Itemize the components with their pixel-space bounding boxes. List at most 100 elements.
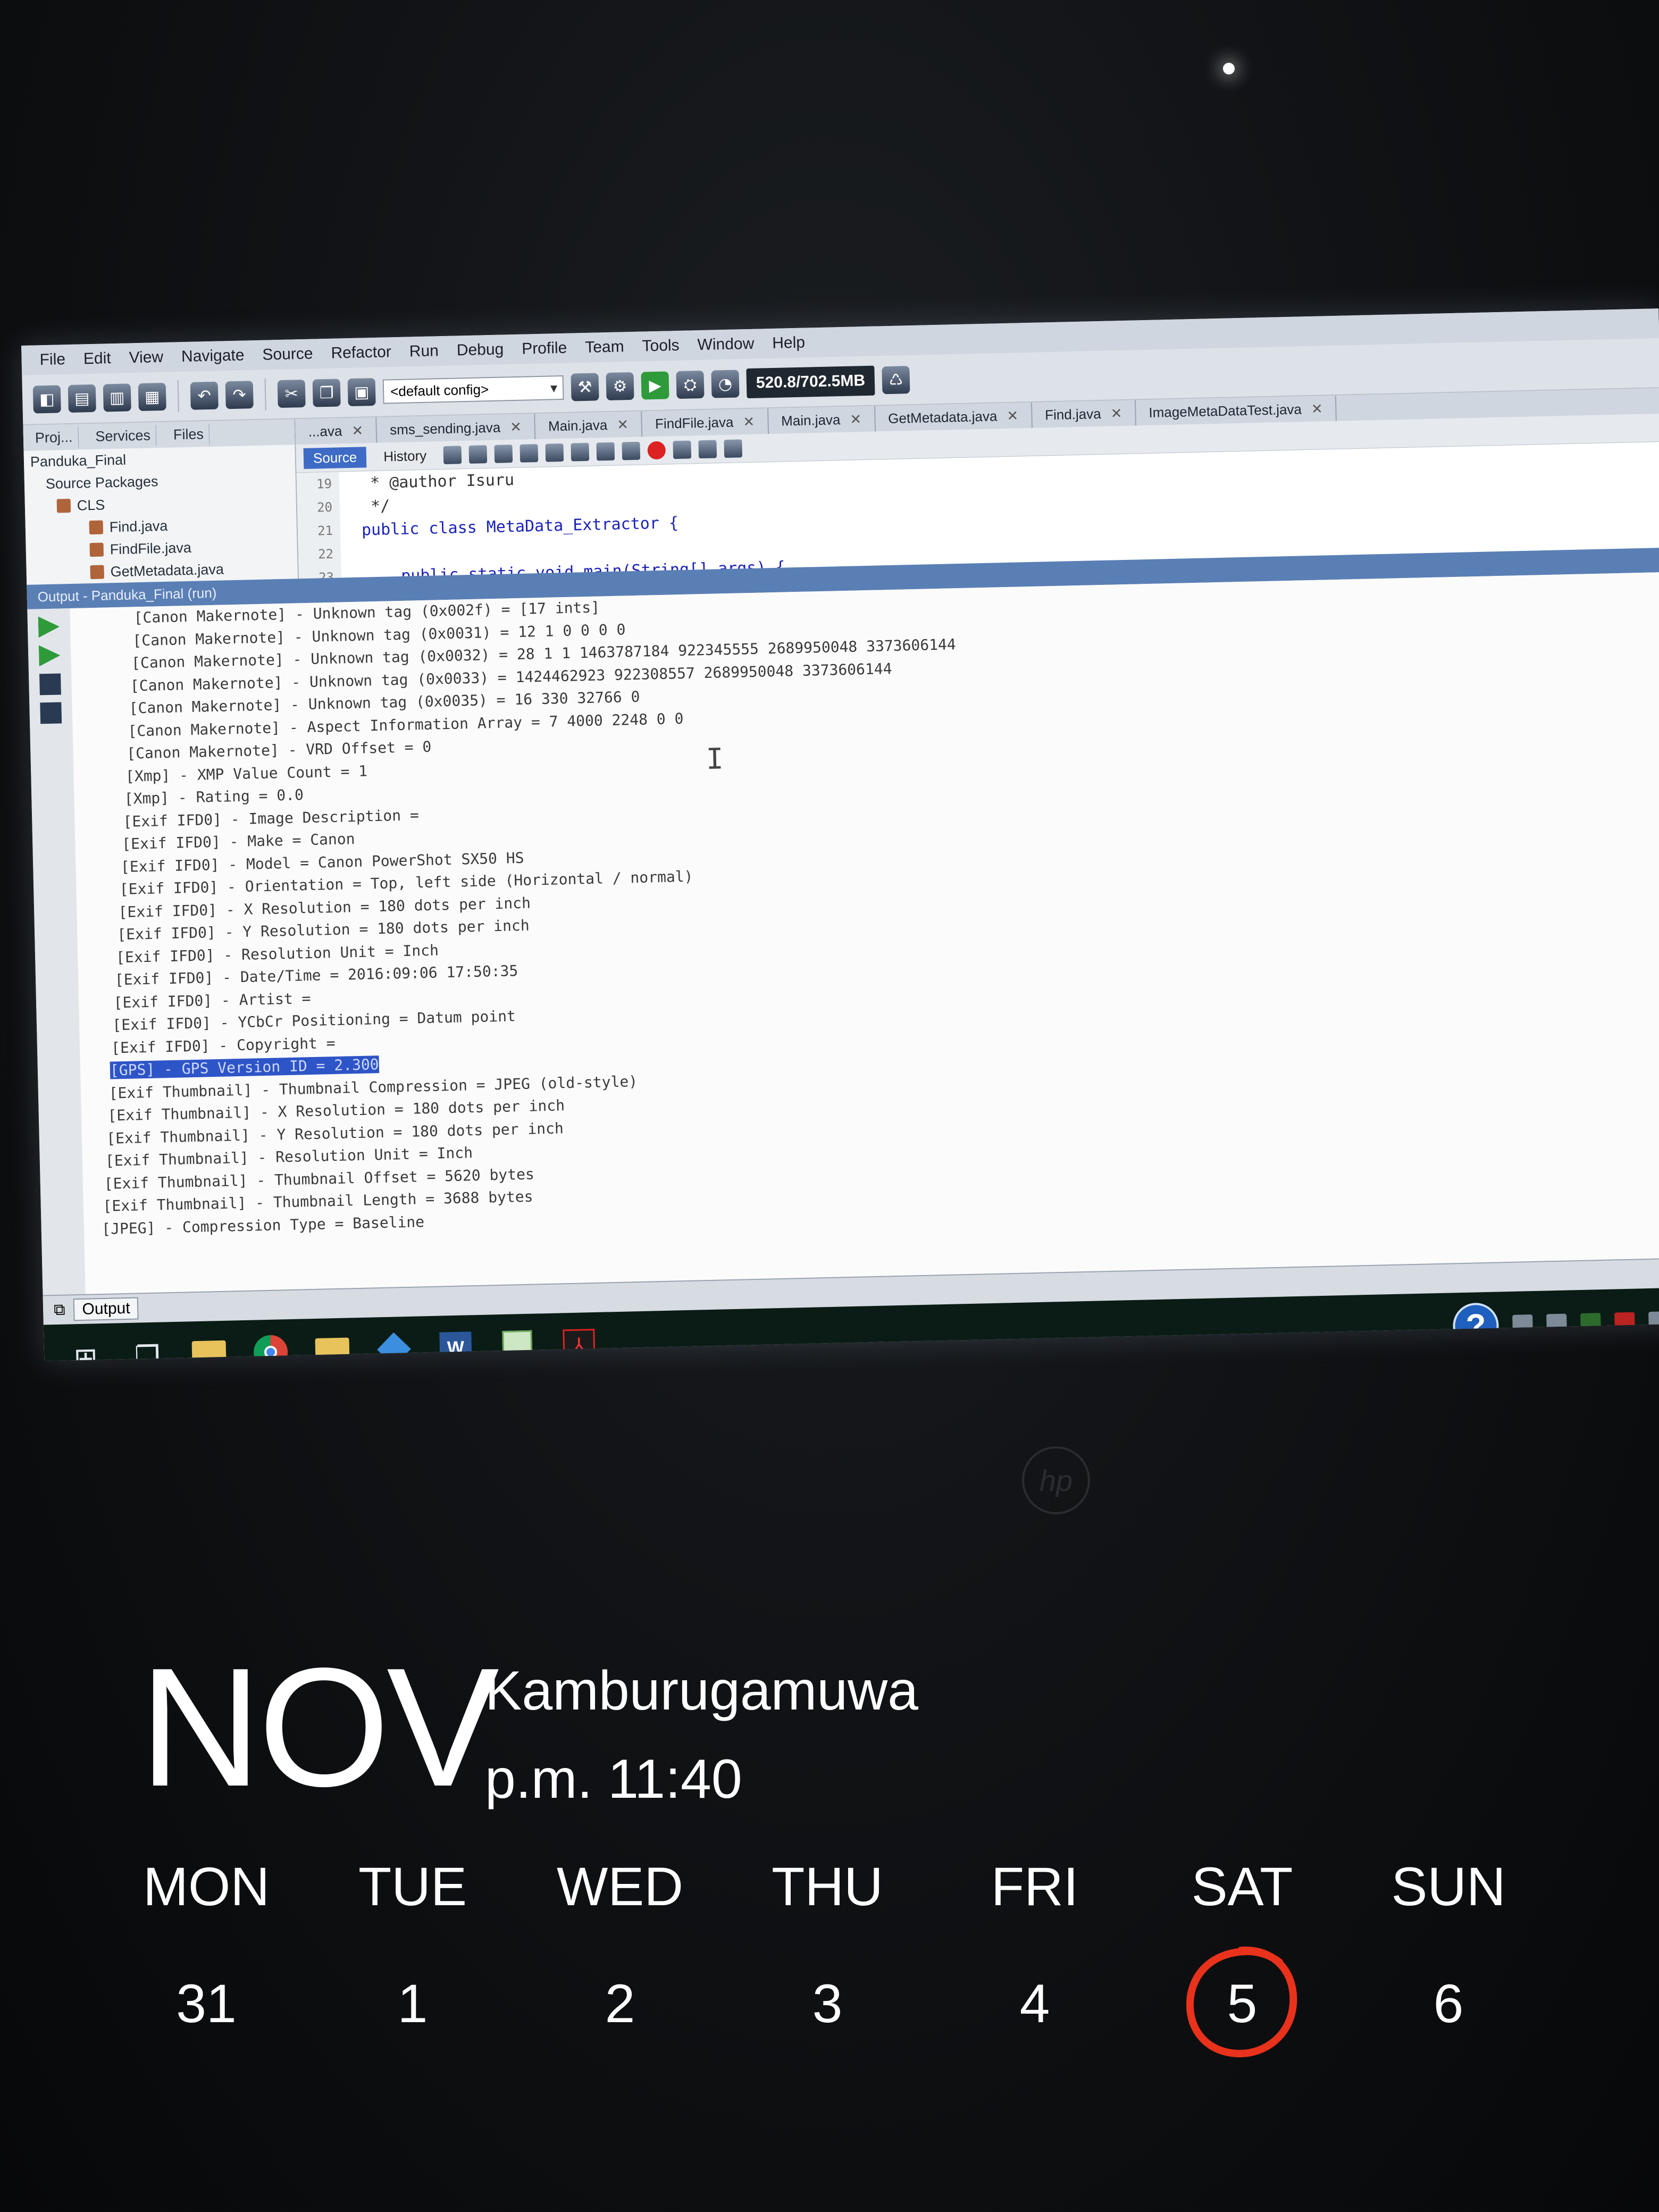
- folder-app-icon[interactable]: [188, 1333, 230, 1361]
- gc-icon[interactable]: ♺: [882, 366, 910, 395]
- java-file-icon: [89, 542, 104, 557]
- close-icon[interactable]: ✕: [1110, 405, 1122, 422]
- toggle-highlight-icon[interactable]: [571, 442, 590, 462]
- close-icon[interactable]: ✕: [850, 411, 861, 428]
- redo-icon[interactable]: ↷: [225, 381, 254, 409]
- shield-icon[interactable]: [1648, 1311, 1659, 1333]
- profile-icon[interactable]: ◔: [711, 370, 740, 398]
- editor-tab-label: ...ava: [308, 422, 342, 440]
- file-explorer-icon[interactable]: [312, 1330, 354, 1361]
- settings-icon[interactable]: [40, 702, 62, 724]
- history-mode-button[interactable]: History: [374, 445, 437, 467]
- panel-tab[interactable]: Files: [167, 423, 210, 446]
- run-icon[interactable]: ▶: [641, 371, 669, 400]
- find-previous-icon[interactable]: [520, 444, 539, 463]
- config-select[interactable]: <default config>: [382, 375, 564, 404]
- menu-item-team[interactable]: Team: [580, 338, 630, 357]
- word-icon[interactable]: W: [435, 1327, 476, 1361]
- open-project-icon[interactable]: ▥: [103, 383, 131, 412]
- date-label: 6: [1433, 1973, 1464, 2034]
- weekday-label: MON: [143, 1856, 270, 1917]
- shift-left-icon[interactable]: [596, 442, 615, 461]
- stop-icon[interactable]: [39, 673, 61, 696]
- record-macro-icon[interactable]: [647, 441, 666, 460]
- shift-right-icon[interactable]: [622, 441, 641, 460]
- find-icon[interactable]: [494, 445, 513, 463]
- close-icon[interactable]: ✕: [743, 413, 755, 430]
- weekday-label: SAT: [1191, 1856, 1293, 1917]
- comment-icon[interactable]: [698, 440, 717, 459]
- chrome-icon[interactable]: [250, 1331, 292, 1361]
- close-icon[interactable]: ✕: [617, 416, 629, 433]
- editor-tab[interactable]: FindFile.java ✕: [642, 408, 769, 437]
- panel-tab[interactable]: Proj...: [29, 426, 79, 449]
- editor-tab-label: FindFile.java: [655, 414, 734, 432]
- menu-item-refactor[interactable]: Refactor: [325, 343, 397, 363]
- paste-icon[interactable]: ▣: [347, 378, 376, 407]
- undo-icon[interactable]: ↶: [190, 381, 219, 410]
- tray-app-icon[interactable]: [1546, 1313, 1567, 1335]
- stop-macro-icon[interactable]: [673, 440, 692, 459]
- tree-item-label: Source Packages: [45, 473, 158, 492]
- source-mode-button[interactable]: Source: [303, 446, 367, 469]
- editor-tab[interactable]: ImageMetaDataTest.java ✕: [1135, 395, 1337, 426]
- date-label: 31: [176, 1973, 237, 2034]
- acrobat-icon[interactable]: ⅄: [558, 1324, 600, 1361]
- panel-tab[interactable]: Services: [90, 424, 157, 447]
- build-icon[interactable]: ⚒: [571, 373, 599, 401]
- close-icon[interactable]: ✕: [1007, 407, 1018, 424]
- find-next-icon[interactable]: [545, 443, 564, 462]
- uncomment-icon[interactable]: [724, 439, 743, 458]
- editor-tab[interactable]: Find.java ✕: [1032, 400, 1136, 428]
- menu-item-file[interactable]: File: [34, 350, 71, 370]
- tray-app-icon[interactable]: [1580, 1313, 1601, 1334]
- today-circle-icon: [1186, 1946, 1297, 2058]
- output-line-text: [Canon Makernote] - VRD Offset = 0: [126, 738, 432, 763]
- close-icon[interactable]: ✕: [351, 422, 363, 439]
- output-console[interactable]: [Canon Makernote] - Unknown tag (0x002f)…: [70, 572, 1659, 1294]
- menu-item-tools[interactable]: Tools: [636, 337, 685, 356]
- windows-start-icon[interactable]: ⊞: [65, 1337, 106, 1361]
- output-line-text: [Exif IFD0] - Make = Canon: [121, 830, 355, 853]
- copy-icon[interactable]: ❐: [312, 379, 341, 407]
- editor-tab[interactable]: Main.java ✕: [768, 406, 876, 434]
- new-project-icon[interactable]: ◧: [32, 385, 61, 414]
- weekday-label: FRI: [991, 1856, 1079, 1917]
- editor-tab-label: Main.java: [548, 416, 608, 434]
- memory-indicator[interactable]: 520.8/702.5MB: [746, 365, 875, 399]
- rerun-with-params-icon[interactable]: [39, 644, 61, 666]
- tray-app-icon[interactable]: [1512, 1314, 1533, 1335]
- menu-item-navigate[interactable]: Navigate: [176, 346, 250, 366]
- close-icon[interactable]: ✕: [510, 418, 522, 435]
- menu-item-debug[interactable]: Debug: [451, 340, 509, 359]
- back-icon[interactable]: [443, 446, 462, 465]
- date-label: 2: [605, 1973, 635, 2034]
- menu-item-profile[interactable]: Profile: [516, 339, 573, 358]
- new-file-icon[interactable]: ▤: [68, 384, 96, 413]
- netbeans-icon[interactable]: [373, 1328, 415, 1361]
- cut-icon[interactable]: ✂: [277, 379, 306, 408]
- editor-tab[interactable]: ...ava ✕: [295, 417, 378, 445]
- editor-tab[interactable]: sms_sending.java ✕: [376, 414, 536, 443]
- menu-item-help[interactable]: Help: [767, 333, 810, 353]
- save-all-icon[interactable]: ▦: [138, 382, 166, 412]
- rerun-icon[interactable]: [38, 616, 60, 638]
- menu-item-window[interactable]: Window: [692, 335, 759, 355]
- help-icon[interactable]: ?: [1452, 1302, 1499, 1350]
- chart-app-icon[interactable]: [497, 1326, 538, 1361]
- editor-tab[interactable]: GetMetadata.java ✕: [875, 402, 1033, 432]
- tray-app-icon[interactable]: [1614, 1312, 1635, 1333]
- menu-item-run[interactable]: Run: [404, 342, 444, 361]
- close-icon[interactable]: ✕: [1311, 400, 1323, 417]
- output-tab[interactable]: Output: [73, 1297, 139, 1321]
- task-view-icon[interactable]: ❐: [127, 1336, 168, 1361]
- menu-item-edit[interactable]: Edit: [78, 349, 116, 368]
- clean-build-icon[interactable]: ⚙: [606, 372, 634, 401]
- menu-item-view[interactable]: View: [123, 348, 169, 367]
- debug-icon[interactable]: ⛭: [676, 370, 705, 399]
- text-cursor-icon: I: [706, 742, 724, 776]
- editor-tab[interactable]: Main.java ✕: [535, 411, 643, 440]
- restore-window-icon[interactable]: ⧉: [54, 1301, 65, 1319]
- menu-item-source[interactable]: Source: [257, 345, 319, 364]
- forward-icon[interactable]: [468, 445, 488, 464]
